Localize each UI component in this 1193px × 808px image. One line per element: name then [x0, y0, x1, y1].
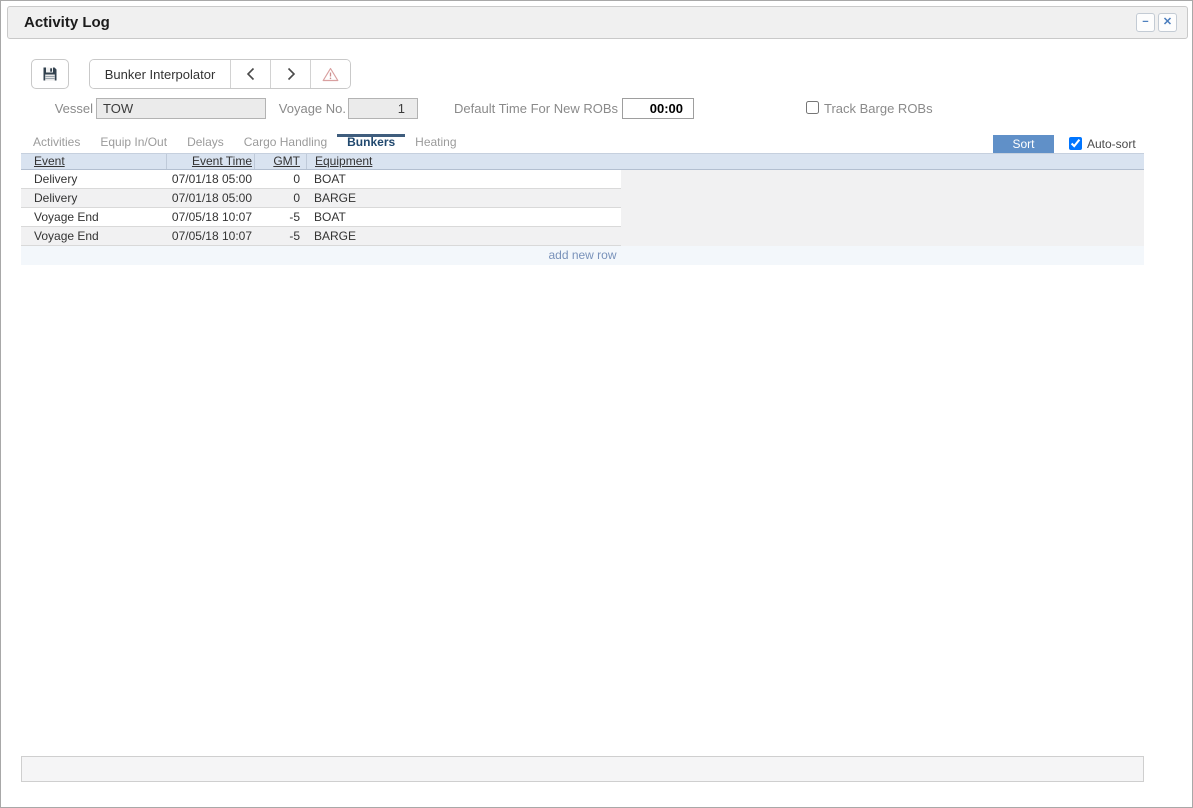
save-icon [42, 66, 58, 82]
row-data: Voyage End07/05/18 10:07-5BARGE [21, 227, 621, 246]
tab-bunkers[interactable]: Bunkers [337, 134, 405, 153]
cell-gmt[interactable]: -5 [254, 227, 306, 245]
column-header-gmt[interactable]: GMT [254, 154, 306, 169]
column-header-equipment[interactable]: Equipment [306, 154, 621, 169]
row-data: Voyage End07/05/18 10:07-5BOAT [21, 208, 621, 227]
cell-equipment[interactable]: BOAT [306, 170, 621, 188]
cell-event-time[interactable]: 07/05/18 10:07 [166, 208, 254, 226]
sort-button[interactable]: Sort [993, 135, 1054, 153]
cell-event-time[interactable]: 07/01/18 05:00 [166, 170, 254, 188]
default-time-label: Default Time For New ROBs [431, 101, 618, 116]
vessel-field[interactable] [96, 98, 266, 119]
bunkers-table: Event Event Time GMT Equipment Delivery0… [21, 153, 1144, 265]
row-filler [621, 227, 1144, 246]
prev-button[interactable] [230, 60, 270, 88]
tab-heating[interactable]: Heating [405, 134, 466, 153]
cell-equipment[interactable]: BARGE [306, 227, 621, 245]
minimize-button[interactable]: − [1136, 13, 1155, 32]
cell-event-time[interactable]: 07/05/18 10:07 [166, 227, 254, 245]
cell-equipment[interactable]: BARGE [306, 189, 621, 207]
warning-triangle-icon [322, 67, 339, 82]
toolbar-button-group: Bunker Interpolator [89, 59, 351, 89]
tab-equip-in-out[interactable]: Equip In/Out [90, 134, 177, 153]
cell-event[interactable]: Delivery [21, 189, 166, 207]
auto-sort-checkbox[interactable] [1069, 137, 1082, 150]
chevron-right-icon [285, 67, 297, 81]
table-row[interactable]: Delivery07/01/18 05:000BOAT [21, 170, 1144, 189]
voyage-no-field[interactable] [348, 98, 418, 119]
cell-gmt[interactable]: -5 [254, 208, 306, 226]
table-body: Delivery07/01/18 05:000BOATDelivery07/01… [21, 170, 1144, 246]
cell-event[interactable]: Voyage End [21, 227, 166, 245]
tab-cargo-handling[interactable]: Cargo Handling [234, 134, 337, 153]
warning-button[interactable] [310, 60, 350, 88]
tab-activities[interactable]: Activities [23, 134, 90, 153]
cell-gmt[interactable]: 0 [254, 170, 306, 188]
footer-bar [21, 756, 1144, 782]
cell-event[interactable]: Delivery [21, 170, 166, 188]
table-row[interactable]: Voyage End07/05/18 10:07-5BOAT [21, 208, 1144, 227]
cell-event-time[interactable]: 07/01/18 05:00 [166, 189, 254, 207]
table-header: Event Event Time GMT Equipment [21, 153, 1144, 170]
column-header-event-time[interactable]: Event Time [166, 154, 254, 169]
cell-gmt[interactable]: 0 [254, 189, 306, 207]
bunker-interpolator-button[interactable]: Bunker Interpolator [90, 60, 230, 88]
close-button[interactable]: ✕ [1158, 13, 1177, 32]
header-filler [621, 154, 1144, 169]
window-title: Activity Log [24, 14, 1133, 31]
column-header-event[interactable]: Event [21, 154, 166, 169]
tab-delays[interactable]: Delays [177, 134, 234, 153]
row-filler [621, 189, 1144, 208]
vessel-label: Vessel [41, 101, 93, 116]
cell-event[interactable]: Voyage End [21, 208, 166, 226]
row-filler [621, 208, 1144, 227]
table-row[interactable]: Voyage End07/05/18 10:07-5BARGE [21, 227, 1144, 246]
default-time-field[interactable] [622, 98, 694, 119]
tab-bar: ActivitiesEquip In/OutDelaysCargo Handli… [23, 130, 467, 153]
row-data: Delivery07/01/18 05:000BOAT [21, 170, 621, 189]
next-button[interactable] [270, 60, 310, 88]
add-new-row-link[interactable]: add new row [21, 246, 1144, 265]
track-barge-robs-label: Track Barge ROBs [824, 101, 933, 116]
row-data: Delivery07/01/18 05:000BARGE [21, 189, 621, 208]
titlebar: Activity Log − ✕ [7, 6, 1188, 39]
track-barge-robs-checkbox[interactable] [806, 101, 819, 114]
row-filler [621, 170, 1144, 189]
chevron-left-icon [245, 67, 257, 81]
activity-log-window: Activity Log − ✕ Bunker Interpolator [0, 0, 1193, 808]
save-button[interactable] [31, 59, 69, 89]
table-row[interactable]: Delivery07/01/18 05:000BARGE [21, 189, 1144, 208]
voyage-no-label: Voyage No. [276, 101, 346, 116]
cell-equipment[interactable]: BOAT [306, 208, 621, 226]
auto-sort-label: Auto-sort [1087, 137, 1136, 151]
